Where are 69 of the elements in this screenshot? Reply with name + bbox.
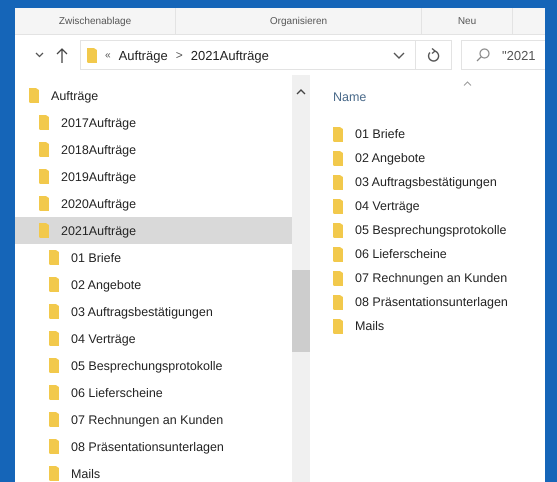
chevron-down-icon[interactable] bbox=[35, 52, 44, 58]
folder-icon bbox=[333, 198, 343, 214]
refresh-button[interactable] bbox=[416, 40, 452, 70]
folder-item[interactable]: 08 Präsentationsunterlagen bbox=[333, 290, 508, 314]
folder-icon bbox=[333, 270, 343, 286]
tree-item[interactable]: 2019Aufträge bbox=[15, 163, 292, 190]
refresh-icon bbox=[426, 48, 440, 62]
folder-icon bbox=[333, 222, 343, 238]
folder-icon bbox=[333, 246, 343, 262]
tree-item[interactable]: 05 Besprechungsprotokolle bbox=[15, 352, 292, 379]
tree-item[interactable]: 07 Rechnungen an Kunden bbox=[15, 406, 292, 433]
folder-icon bbox=[49, 358, 59, 373]
tree-item[interactable]: 04 Verträge bbox=[15, 325, 292, 352]
tree-item[interactable]: 08 Präsentationsunterlagen bbox=[15, 433, 292, 460]
folder-icon bbox=[49, 439, 59, 454]
breadcrumb-separator: > bbox=[176, 48, 183, 62]
tree-item[interactable]: 01 Briefe bbox=[15, 244, 292, 271]
folder-icon bbox=[49, 277, 59, 292]
tree-item[interactable]: 03 Auftragsbestätigungen bbox=[15, 298, 292, 325]
sort-indicator-icon bbox=[463, 81, 472, 86]
scrollbar-thumb[interactable] bbox=[292, 270, 310, 352]
tree-item[interactable]: 2017Aufträge bbox=[15, 109, 292, 136]
address-bar[interactable]: « Aufträge > 2021Aufträge bbox=[80, 40, 416, 70]
folder-icon bbox=[39, 115, 49, 130]
folder-icon bbox=[49, 385, 59, 400]
tree-item[interactable]: Aufträge bbox=[15, 82, 292, 109]
folder-icon bbox=[29, 88, 39, 103]
folder-icon bbox=[49, 466, 59, 481]
folder-item[interactable]: 02 Angebote bbox=[333, 146, 426, 170]
tree-item[interactable]: 2021Aufträge bbox=[15, 217, 292, 244]
folder-item[interactable]: 07 Rechnungen an Kunden bbox=[333, 266, 508, 290]
tree-item[interactable]: 02 Angebote bbox=[15, 271, 292, 298]
folder-item[interactable]: 05 Besprechungsprotokolle bbox=[333, 218, 506, 242]
folder-icon bbox=[49, 331, 59, 346]
tree-item[interactable]: 2020Aufträge bbox=[15, 190, 292, 217]
scrollbar[interactable] bbox=[292, 75, 310, 482]
folder-icon bbox=[87, 48, 97, 62]
ribbon-group-label: Zwischenablage bbox=[15, 8, 176, 34]
ribbon-group-label: Neu bbox=[422, 8, 513, 34]
name-column-header[interactable]: Name bbox=[333, 90, 366, 104]
folder-icon bbox=[333, 174, 343, 190]
tree-item[interactable]: 06 Lieferscheine bbox=[15, 379, 292, 406]
ribbon-group-label: Organisieren bbox=[176, 8, 422, 34]
folder-icon bbox=[39, 142, 49, 157]
scroll-up-icon[interactable] bbox=[296, 89, 306, 95]
search-field[interactable]: "2021 bbox=[461, 40, 545, 70]
folder-item[interactable]: Mails bbox=[333, 314, 384, 338]
folder-icon bbox=[333, 294, 343, 310]
search-icon bbox=[476, 48, 490, 62]
up-arrow-icon[interactable] bbox=[56, 48, 68, 62]
tree-item[interactable]: Mails bbox=[15, 460, 292, 482]
folder-icon bbox=[49, 250, 59, 265]
folder-item[interactable]: 04 Verträge bbox=[333, 194, 420, 218]
folder-icon bbox=[49, 412, 59, 427]
folder-icon bbox=[49, 304, 59, 319]
folder-icon bbox=[39, 196, 49, 211]
folder-item[interactable]: 01 Briefe bbox=[333, 122, 406, 146]
folder-icon bbox=[39, 223, 49, 238]
folder-icon bbox=[39, 169, 49, 184]
breadcrumb[interactable]: Aufträge bbox=[118, 48, 168, 62]
folder-item[interactable]: 06 Lieferscheine bbox=[333, 242, 447, 266]
folder-icon bbox=[333, 126, 343, 142]
overflow-chevron[interactable]: « bbox=[105, 50, 111, 60]
tree-item[interactable]: 2018Aufträge bbox=[15, 136, 292, 163]
folder-item[interactable]: 03 Auftragsbestätigungen bbox=[333, 170, 497, 194]
breadcrumb[interactable]: 2021Aufträge bbox=[190, 48, 269, 62]
folder-icon bbox=[333, 318, 343, 334]
folder-icon bbox=[333, 150, 343, 166]
chevron-down-icon[interactable] bbox=[393, 52, 405, 58]
